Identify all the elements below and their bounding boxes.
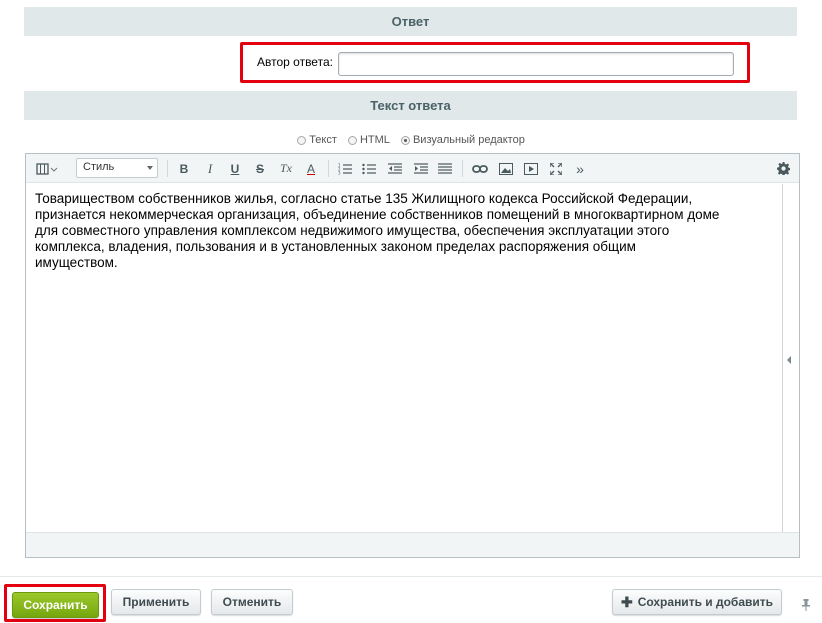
radio-icon	[297, 135, 307, 145]
outdent-icon	[388, 162, 402, 174]
section-title-answer-text: Текст ответа	[370, 98, 451, 113]
underline-button[interactable]: U	[227, 159, 243, 178]
svg-text:3: 3	[338, 170, 341, 175]
radio-icon	[347, 135, 357, 145]
toolbar-divider	[167, 160, 168, 177]
style-select-value: Стиль	[83, 161, 115, 173]
mode-label-visual: Визуальный редактор	[412, 134, 525, 146]
cancel-button[interactable]: Отменить	[211, 589, 293, 615]
link-icon	[472, 164, 488, 173]
ordered-list-button[interactable]: 123	[336, 159, 354, 178]
fullscreen-button[interactable]	[547, 159, 565, 178]
visual-editor: Стиль B I U S Tx A 123 » Товариществом с…	[25, 153, 800, 558]
bullet-list-icon	[362, 163, 376, 174]
video-icon	[524, 162, 538, 175]
mode-radio-visual[interactable]: Визуальный редактор	[400, 134, 525, 146]
settings-button[interactable]	[774, 159, 792, 178]
save-and-add-label: Сохранить и добавить	[637, 595, 774, 609]
remove-format-button[interactable]: Tx	[277, 159, 295, 178]
align-justify-button[interactable]	[436, 159, 454, 178]
content-line: признается некоммерческая организация, о…	[35, 207, 720, 222]
content-line: для совместного управления комплексом не…	[35, 223, 670, 238]
editor-side-divider	[782, 184, 783, 532]
content-line: Товариществом собственников жилья, согла…	[35, 191, 693, 206]
indent-button[interactable]	[412, 159, 430, 178]
editor-footer	[26, 532, 799, 557]
radio-checked-icon	[400, 135, 410, 145]
image-button[interactable]	[497, 159, 515, 178]
apply-button[interactable]: Применить	[111, 589, 201, 615]
side-panel-toggle-icon[interactable]	[787, 356, 791, 364]
layout-icon	[36, 162, 58, 175]
content-line: комплекса, владения, пользования и в уст…	[35, 239, 636, 254]
mode-radio-html[interactable]: HTML	[347, 134, 390, 146]
align-justify-icon	[438, 162, 452, 174]
bullet-list-button[interactable]	[360, 159, 378, 178]
toolbar-mode-toggle[interactable]	[34, 159, 60, 178]
pin-icon[interactable]	[802, 599, 810, 611]
indent-icon	[414, 162, 428, 174]
author-input[interactable]	[338, 52, 734, 76]
section-title-answer: Ответ	[391, 14, 430, 29]
video-button[interactable]	[522, 159, 540, 178]
section-header-answer: Ответ	[24, 7, 797, 36]
save-button-highlight: Сохранить	[4, 584, 106, 622]
link-button[interactable]	[471, 159, 489, 178]
form-panel: Ответ Автор ответа: Текст ответа Текст H…	[8, 0, 814, 576]
save-button[interactable]: Сохранить	[12, 592, 99, 618]
bold-button[interactable]: B	[176, 159, 192, 178]
fullscreen-icon	[550, 162, 562, 175]
toolbar-divider	[328, 160, 329, 177]
author-label: Автор ответа:	[257, 55, 333, 69]
content-line: имуществом.	[35, 255, 118, 270]
style-select[interactable]: Стиль	[76, 158, 158, 178]
author-row-highlight: Автор ответа:	[240, 42, 750, 83]
plus-icon: ✚	[620, 593, 633, 610]
strikethrough-button[interactable]: S	[252, 159, 268, 178]
toolbar-divider	[462, 160, 463, 177]
bottom-action-bar: Сохранить Применить Отменить ✚ Сохранить…	[0, 576, 822, 623]
save-and-add-button[interactable]: ✚ Сохранить и добавить	[612, 589, 782, 615]
italic-button[interactable]: I	[202, 159, 218, 178]
mode-label-text: Текст	[309, 134, 337, 146]
ordered-list-icon: 123	[338, 163, 352, 175]
outdent-button[interactable]	[386, 159, 404, 178]
gear-icon	[776, 162, 790, 175]
section-header-answer-text: Текст ответа	[24, 91, 797, 120]
editor-mode-selector: Текст HTML Визуальный редактор	[8, 134, 814, 148]
editor-toolbar: Стиль B I U S Tx A 123 »	[26, 154, 799, 183]
mode-label-html: HTML	[359, 134, 390, 146]
chevron-down-icon	[147, 166, 153, 170]
mode-radio-text[interactable]: Текст	[297, 134, 337, 146]
image-icon	[499, 162, 513, 175]
editor-content-area[interactable]: Товариществом собственников жилья, согла…	[35, 191, 775, 271]
more-button[interactable]: »	[572, 159, 588, 178]
font-color-button[interactable]: A	[303, 159, 319, 178]
